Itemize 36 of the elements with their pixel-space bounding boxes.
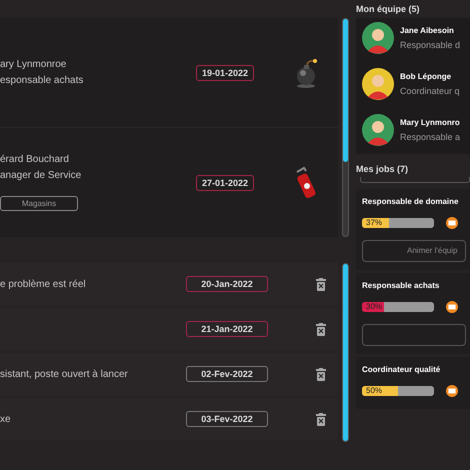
progress-label: 30% <box>366 302 382 312</box>
scrollbar[interactable] <box>342 263 349 442</box>
date-badge: 02-Fev-2022 <box>186 366 268 382</box>
person-role: anager de Service <box>0 170 82 181</box>
date-badge: 20-Jan-2022 <box>186 276 268 292</box>
member-role: Coordinateur q <box>400 86 460 96</box>
member-name: Bob Léponge <box>400 72 452 81</box>
person-role: esponsable achats <box>0 75 84 86</box>
section-title: Mes jobs (7) <box>356 164 410 174</box>
task-text: xe <box>0 414 11 424</box>
task-text: e problème est réel <box>0 278 86 290</box>
progress-label: 50% <box>366 386 382 396</box>
job-title: Coordinateur qualité <box>362 365 442 374</box>
scrollbar[interactable] <box>342 18 349 237</box>
delete-icon[interactable] <box>316 278 326 290</box>
delete-icon[interactable] <box>316 322 326 336</box>
job-title: Responsable de domaine <box>362 197 460 206</box>
person-name: ary Lynmonroe <box>0 59 68 70</box>
task-text: sistant, poste ouvert à lancer <box>0 368 128 380</box>
action-button[interactable]: Animer l'équip <box>362 240 466 262</box>
date-badge: 27-01-2022 <box>196 174 254 190</box>
member-role: Responsable a <box>400 132 460 142</box>
member-name: Jane Aibesoin <box>400 26 455 35</box>
extinguisher-icon <box>294 166 318 200</box>
date-badge: 21-Jan-2022 <box>186 321 268 337</box>
member-role: Responsable d <box>400 40 460 50</box>
section-title: Mon équipe (5) <box>356 4 420 14</box>
delete-icon[interactable] <box>316 368 326 380</box>
job-title: Responsable achats <box>362 281 440 290</box>
person-name: érard Bouchard <box>0 154 70 165</box>
member-name: Mary Lynmonro <box>400 118 460 127</box>
tag: Magasins <box>0 196 78 211</box>
delete-icon[interactable] <box>316 412 326 426</box>
date-badge: 19-01-2022 <box>196 64 254 80</box>
progress-label: 37% <box>366 218 382 228</box>
date-badge: 03-Fev-2022 <box>186 411 268 427</box>
